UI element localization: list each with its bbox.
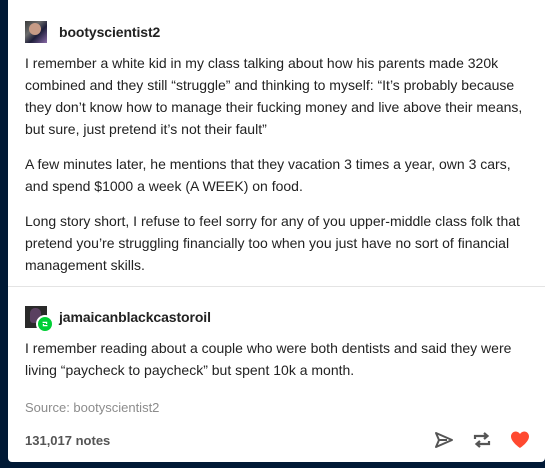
divider [8,286,545,287]
original-post: bootyscientist2 I remember a white kid i… [25,12,529,289]
reblog-post: jamaicanblackcastoroil I remember readin… [25,297,529,394]
post-header: bootyscientist2 [25,12,529,52]
avatar[interactable] [25,306,54,333]
post-body: I remember a white kid in my class talki… [25,52,529,276]
username[interactable]: jamaicanblackcastoroil [59,309,211,325]
username[interactable]: bootyscientist2 [59,24,160,40]
paragraph: I remember a white kid in my class talki… [25,55,523,137]
post-card: bootyscientist2 I remember a white kid i… [8,0,545,462]
share-icon[interactable] [433,429,455,451]
post-header: jamaicanblackcastoroil [25,297,529,337]
post-footer: 131,017 notes [25,428,531,452]
paragraph: I remember reading about a couple who we… [25,340,512,378]
reblog-badge-icon [36,315,54,333]
reblog-icon[interactable] [471,429,493,451]
paragraph: A few minutes later, he mentions that th… [25,156,511,194]
notes-count[interactable]: 131,017 notes [25,433,110,448]
post-actions [433,429,531,451]
source-link[interactable]: Source: bootyscientist2 [25,400,159,415]
post-body: I remember reading about a couple who we… [25,337,529,381]
heart-icon[interactable] [509,429,531,451]
avatar[interactable] [25,21,47,43]
paragraph: Long story short, I refuse to feel sorry… [25,213,520,273]
